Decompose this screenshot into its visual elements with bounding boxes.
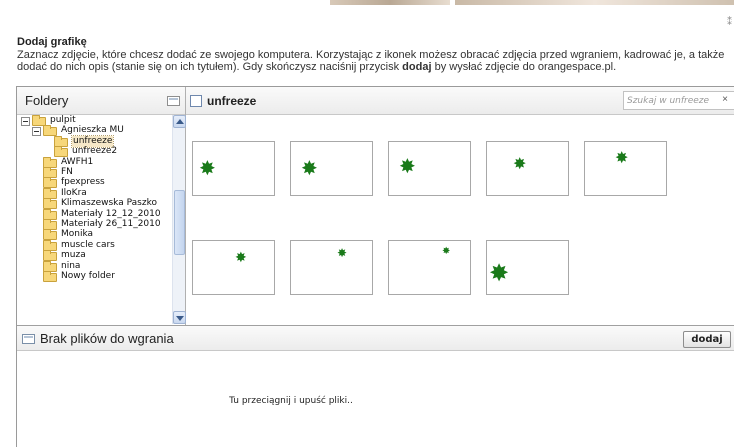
folder-label: FN xyxy=(61,167,73,177)
leaf-icon: ✸ xyxy=(489,259,510,287)
leaf-icon: ✸ xyxy=(399,154,416,178)
collapse-toggle-icon[interactable] xyxy=(21,117,30,126)
leaf-icon: ✸ xyxy=(235,250,247,266)
collapse-toggle-icon[interactable] xyxy=(32,127,41,137)
scroll-thumb[interactable] xyxy=(174,190,185,255)
drop-zone[interactable]: Tu przeciągnij i upuść pliki.. xyxy=(17,351,734,447)
image-thumbnail[interactable]: ✸ xyxy=(388,240,471,295)
folder-label: muscle cars xyxy=(61,239,115,250)
folder-icon xyxy=(43,250,57,262)
folder-tree-item[interactable]: Materiały 26_11_2010 xyxy=(17,219,172,231)
image-thumbnail[interactable]: ✸ xyxy=(290,141,373,196)
add-button[interactable]: dodaj xyxy=(683,331,731,348)
upload-panel: Brak plików do wgrania dodaj Tu przeciąg… xyxy=(17,325,734,447)
content-header: unfreeze × xyxy=(186,87,734,115)
leaf-icon: ✸ xyxy=(442,246,451,257)
drop-hint: Tu przeciągnij i upuść pliki.. xyxy=(229,396,353,406)
image-thumbnail[interactable]: ✸ xyxy=(486,240,569,295)
leaf-icon: ✸ xyxy=(513,154,527,173)
dialog-description: Zaznacz zdjęcie, które chcesz dodać ze s… xyxy=(17,49,732,73)
top-strip xyxy=(0,0,734,12)
folder-icon xyxy=(43,198,57,210)
clear-search-icon[interactable]: × xyxy=(722,94,728,105)
leaf-icon: ✸ xyxy=(615,148,629,167)
folders-title: Foldery xyxy=(25,93,69,108)
folder-label: Klimaszewska Paszko xyxy=(61,198,157,209)
image-thumbnail[interactable]: ✸ xyxy=(388,141,471,196)
folder-label: pulpit xyxy=(50,115,76,125)
folder-label: Agnieszka MU xyxy=(61,125,124,136)
image-thumbnail[interactable]: ✸ xyxy=(290,240,373,295)
desc-text-1: Zaznacz zdjęcie, które chcesz dodać ze s… xyxy=(17,49,725,73)
leaf-icon: ✸ xyxy=(199,156,216,180)
dialog-title: Dodaj grafikę xyxy=(17,36,87,48)
image-thumbnail[interactable]: ✸ xyxy=(192,240,275,295)
folder-tree-item[interactable]: unfreeze2 xyxy=(17,146,172,158)
close-icon[interactable]: ⁑ xyxy=(727,17,732,28)
top-decoration xyxy=(330,0,450,5)
folder-tree-item[interactable]: Nowy folder xyxy=(17,271,172,283)
upload-dialog-frame: Foldery pulpit Agnieszka MU unfreeze unfree… xyxy=(16,86,734,447)
current-folder-name: unfreeze xyxy=(207,94,257,108)
folders-panel: Foldery pulpit Agnieszka MU unfreeze unfree… xyxy=(17,87,186,325)
select-all-checkbox[interactable] xyxy=(190,95,202,107)
folder-label: unfreeze xyxy=(70,134,115,148)
folder-label: Nowy folder xyxy=(61,271,115,281)
folder-label: muza xyxy=(61,250,86,261)
upload-header: Brak plików do wgrania dodaj xyxy=(17,326,734,351)
tree-scrollbar[interactable] xyxy=(172,115,186,324)
image-thumbnail[interactable]: ✸ xyxy=(192,141,275,196)
scroll-down-arrow-icon[interactable] xyxy=(173,311,186,324)
upload-panel-icon xyxy=(22,334,35,344)
upload-status: Brak plików do wgrania xyxy=(40,331,174,346)
dialog-header: Dodaj grafikę Zaznacz zdjęcie, które chc… xyxy=(17,36,732,73)
folder-label: AWFH1 xyxy=(61,156,94,167)
desc-bold: dodaj xyxy=(402,61,432,73)
scroll-up-arrow-icon[interactable] xyxy=(173,115,186,128)
panel-toggle-icon[interactable] xyxy=(167,96,180,106)
folder-label: Materiały 12_12_2010 xyxy=(61,208,161,219)
image-thumbnail[interactable]: ✸ xyxy=(584,141,667,196)
thumbnail-grid: ✸ ✸ ✸ ✸ ✸ ✸ ✸ ✸ ✸ xyxy=(186,115,734,325)
folder-tree-item[interactable]: muza xyxy=(17,250,172,262)
top-decoration-right xyxy=(455,0,734,5)
folder-label: nina xyxy=(61,260,81,271)
leaf-icon: ✸ xyxy=(337,246,348,260)
image-thumbnail[interactable]: ✸ xyxy=(486,141,569,196)
folder-icon xyxy=(43,271,57,282)
folder-tree-item[interactable]: fpexpress xyxy=(17,177,172,189)
folder-tree-item[interactable]: AWFH1 xyxy=(17,156,172,169)
search-box[interactable]: × xyxy=(623,91,734,110)
search-input[interactable] xyxy=(627,94,717,107)
folder-tree[interactable]: pulpit Agnieszka MU unfreeze unfreeze2 AWFH1… xyxy=(17,115,172,324)
folder-label: unfreeze2 xyxy=(72,146,118,157)
folder-label: Materiały 26_11_2010 xyxy=(61,219,161,229)
folder-label: fpexpress xyxy=(61,177,105,188)
desc-text-2: by wysłać zdjęcie do orangespace.pl. xyxy=(431,61,617,73)
leaf-icon: ✸ xyxy=(301,156,318,180)
folders-header: Foldery xyxy=(17,87,185,115)
folder-label: IloKra xyxy=(61,187,87,198)
folder-tree-item[interactable]: muscle cars xyxy=(17,239,172,252)
folder-label: Monika xyxy=(61,229,94,240)
